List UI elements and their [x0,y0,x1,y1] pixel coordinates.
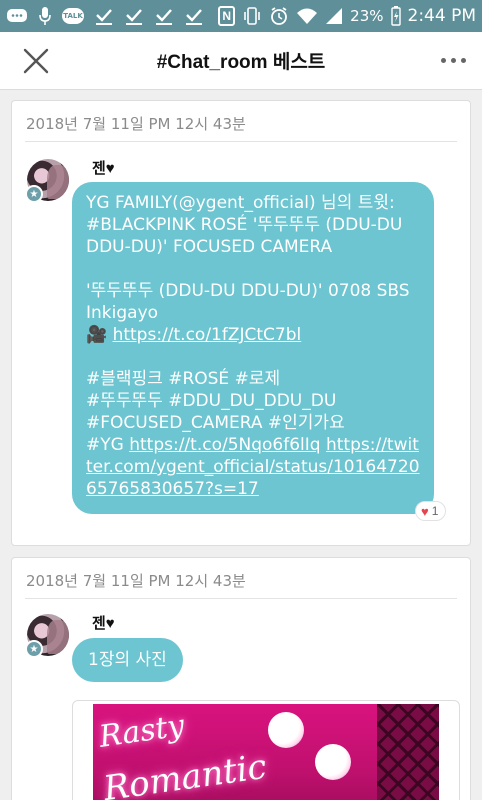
tweet-link[interactable]: https://t.co/5Nqo6f6lIq [129,435,320,455]
check-icon [184,6,204,26]
close-icon [23,48,49,74]
nfc-icon: N [218,6,236,26]
message-text: #뚜두뚜두 #DDU_DU_DDU_DU [86,391,337,411]
check-icon [94,6,114,26]
message-card[interactable]: 2018년 7월 11일 PM 12시 43분 ★ 젠♥ YG FAMILY(@… [11,100,471,546]
battery-icon [390,6,401,26]
message-text: 🎥 https://t.co/1fZJCtC7bl [86,324,420,346]
star-badge-icon: ★ [25,640,43,658]
message-text: #FOCUSED_CAMERA #인기가요 [86,413,345,433]
more-icon [441,58,446,63]
hashtag: #YG [86,435,130,455]
battery-level: 23% [350,7,384,25]
divider [25,598,457,599]
more-options-button[interactable] [441,58,466,63]
check-icon [124,6,144,26]
neon-sign-graphic: Rasty [96,708,187,755]
video-camera-icon: 🎥 [86,325,113,345]
sender-name: 젠♥ [92,160,115,177]
close-button[interactable] [22,47,50,75]
wifi-icon [296,6,318,26]
more-icon-dot [451,58,456,63]
divider [25,141,457,142]
message-card[interactable]: 2018년 7월 11일 PM 12시 43분 ★ 젠♥ 1장의 사진 Rast… [11,557,471,800]
more-icon-dot [461,58,466,63]
message-bubble[interactable]: 1장의 사진 [72,638,183,682]
message-text: #YG https://t.co/5Nqo6f6lIq https://twit… [86,434,420,500]
message-date: 2018년 7월 11일 PM 12시 43분 [26,572,246,590]
signal-icon [325,6,343,26]
like-count: 1 [431,504,439,518]
sender-name: 젠♥ [92,615,115,632]
message-text: '뚜두뚜두 (DDU-DU DDU-DU)' 0708 SBS Inkigayo [86,281,415,323]
heart-icon: ♥ [421,503,429,519]
vibrate-icon [242,6,262,26]
tweet-link[interactable]: https://t.co/1fZJCtC7bl [113,325,302,345]
check-icon [154,6,174,26]
message-text: #블랙핑크 #ROSÉ #로제 [86,369,281,389]
photo-image: Rasty Romantic [93,704,439,800]
message-text: 1장의 사진 [88,650,167,670]
alarm-icon [269,6,289,26]
message-text: YG FAMILY(@ygent_official) 님의 트윗: [86,193,395,213]
message-text: #BLACKPINK ROSÉ '뚜두뚜두 (DDU-DU DDU-DU)' F… [86,215,408,257]
chat-icon [6,6,28,26]
star-badge-icon: ★ [25,185,43,203]
neon-sign-graphic: Romantic [101,746,270,800]
status-bar: TALK N 23% 2:44 PM [0,0,482,32]
talk-icon: TALK [62,8,84,24]
stage-truss-graphic [377,704,439,800]
clock: 2:44 PM [407,6,477,26]
lamp-graphic [268,712,304,748]
mic-icon [38,6,52,26]
lamp-graphic [315,744,351,780]
like-badge[interactable]: ♥ 1 [415,501,447,521]
app-header: #Chat_room 베스트 [0,32,482,90]
message-date: 2018년 7월 11일 PM 12시 43분 [26,115,246,133]
page-title: #Chat_room 베스트 [156,52,326,73]
message-bubble[interactable]: YG FAMILY(@ygent_official) 님의 트윗: #BLACK… [72,182,434,514]
photo-attachment[interactable]: Rasty Romantic [72,700,460,800]
